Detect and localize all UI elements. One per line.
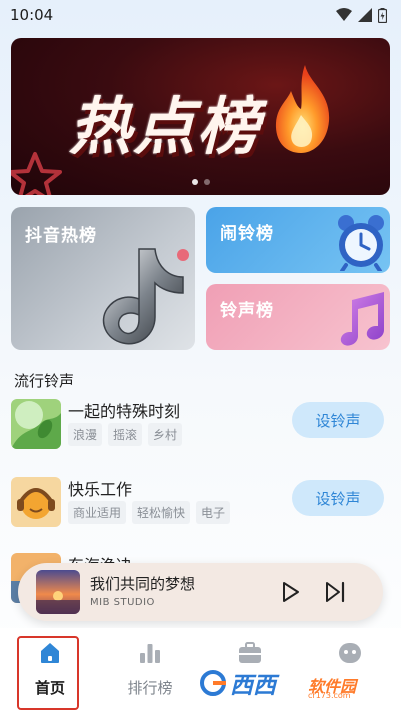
alarm-list-card[interactable]: 闹铃榜 bbox=[206, 207, 390, 273]
tab-ranking-label: 排行榜 bbox=[127, 679, 173, 697]
song-tag: 电子 bbox=[196, 501, 231, 524]
watermark: 西西 软件园 cr173.com bbox=[200, 663, 385, 703]
banner-title: 热点榜 bbox=[69, 90, 262, 163]
banner-dot-active bbox=[191, 179, 198, 185]
song-tag: 浪漫 bbox=[68, 423, 103, 446]
status-icons bbox=[336, 7, 387, 23]
flame-icon bbox=[275, 65, 330, 153]
banner-pagination bbox=[11, 179, 390, 185]
next-track-icon[interactable] bbox=[323, 580, 347, 604]
tab-highlight-frame bbox=[17, 636, 79, 710]
status-bar: 10:04 bbox=[0, 0, 401, 30]
tab-ranking[interactable]: 排行榜 bbox=[110, 628, 190, 713]
watermark-text: 西西 bbox=[230, 673, 276, 699]
song-tag: 乡村 bbox=[148, 423, 183, 446]
song-title: 快乐工作 bbox=[68, 480, 133, 499]
banner-dot bbox=[203, 179, 210, 185]
song-tag: 轻松愉快 bbox=[132, 501, 191, 524]
ringtone-list-label: 铃声榜 bbox=[220, 301, 274, 321]
alarm-clock-icon bbox=[338, 215, 384, 271]
song-tags: 浪漫 摇滚 乡村 bbox=[68, 423, 183, 446]
player-artist: MIB STUDIO bbox=[90, 597, 155, 608]
bar-chart-icon bbox=[140, 644, 160, 663]
play-icon[interactable] bbox=[278, 580, 302, 604]
signal-icon bbox=[358, 8, 372, 22]
song-cover-image bbox=[11, 477, 61, 527]
popular-ringtones-heading: 流行铃声 bbox=[14, 372, 75, 390]
music-note-icon bbox=[340, 292, 384, 346]
song-tags: 商业适用 轻松愉快 电子 bbox=[68, 501, 231, 524]
set-ringtone-button[interactable]: 设铃声 bbox=[292, 402, 384, 438]
watermark-url: cr173.com bbox=[308, 691, 351, 700]
wifi-icon bbox=[336, 8, 352, 21]
song-cover-image bbox=[11, 399, 61, 449]
song-title: 一起的特殊时刻 bbox=[68, 402, 181, 421]
list-item[interactable]: 一起的特殊时刻 浪漫 摇滚 乡村 设铃声 bbox=[11, 396, 390, 452]
list-item[interactable]: 快乐工作 商业适用 轻松愉快 电子 设铃声 bbox=[11, 474, 390, 530]
alarm-list-label: 闹铃榜 bbox=[220, 224, 274, 244]
douyin-hot-label: 抖音热榜 bbox=[25, 226, 97, 246]
douyin-hot-card[interactable]: 抖音热榜 bbox=[11, 207, 195, 350]
set-ringtone-button[interactable]: 设铃声 bbox=[292, 480, 384, 516]
watermark-logo-icon bbox=[200, 670, 226, 696]
player-song-title: 我们共同的梦想 bbox=[90, 575, 196, 593]
mini-player[interactable]: 我们共同的梦想 MIB STUDIO bbox=[18, 563, 383, 621]
star-decoration-icon bbox=[11, 152, 62, 195]
ringtone-list-card[interactable]: 铃声榜 bbox=[206, 284, 390, 350]
status-time: 10:04 bbox=[10, 6, 54, 24]
player-cover-image bbox=[36, 570, 80, 614]
douyin-note-icon bbox=[102, 248, 189, 345]
song-tag: 摇滚 bbox=[108, 423, 143, 446]
song-tag: 商业适用 bbox=[68, 501, 127, 524]
hot-list-banner[interactable]: 热点榜 bbox=[11, 38, 390, 195]
battery-icon bbox=[378, 7, 387, 23]
